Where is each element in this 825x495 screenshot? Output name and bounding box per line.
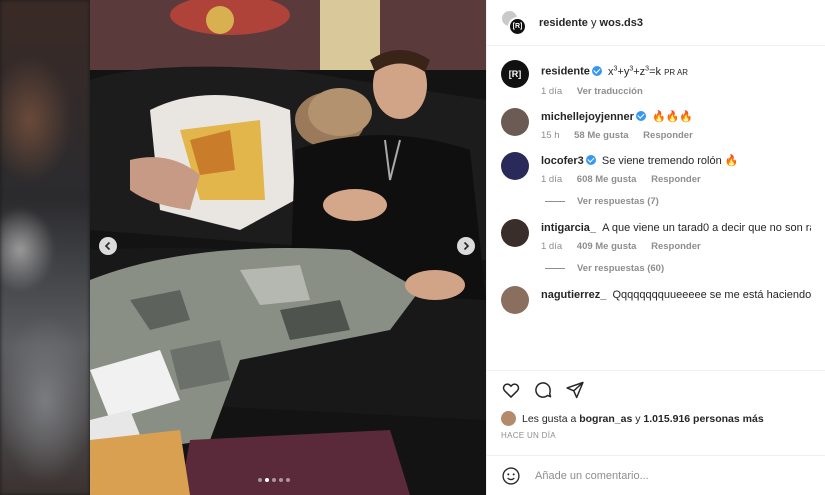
comment-meta: 15 h 58 Me gusta Responder [541,130,811,141]
carousel-dot-active [265,478,269,482]
reply-button[interactable]: Responder [651,241,701,252]
comment-time[interactable]: 1 día [541,241,562,252]
comment-time[interactable]: 15 h [541,130,560,141]
chevron-right-icon [463,241,470,251]
comments-list: [R] residente x3+y3+z3=k PR AR 1 día Ver… [487,46,825,361]
header-avatars[interactable]: [R] [501,9,527,36]
post-actions: Les gusta a bogran_as y 1.015.916 person… [487,370,825,455]
chevron-left-icon [104,241,111,251]
add-comment-bar [487,455,825,495]
carousel-dot [272,478,276,482]
carousel-dot [286,478,290,482]
author-link-residente[interactable]: residente [539,17,588,29]
authors-joiner: y [587,16,600,29]
comment-icon[interactable] [533,380,553,400]
liker-avatar [501,411,516,426]
post-photo [90,0,486,495]
caption-meta: 1 día Ver traducción [541,86,811,97]
caption-text: x3+y3+z3=k PR AR [607,65,689,78]
heart-icon[interactable] [501,380,521,400]
comment-username[interactable]: locofer3 [541,155,584,167]
comment-meta: 1 día 608 Me gusta Responder [541,174,811,185]
avatar[interactable] [501,151,529,180]
verified-icon [585,154,596,165]
avatar-residente: [R] [508,16,527,36]
reply-button[interactable]: Responder [643,130,693,141]
replies-divider [545,200,565,202]
comment-input[interactable] [535,469,795,482]
avatar[interactable] [501,107,529,136]
replies-divider [545,267,565,269]
verified-icon [635,110,646,121]
reply-button[interactable]: Responder [651,174,701,185]
comment: locofer3 Se viene tremendo rolón 🔥 1 día… [501,151,811,185]
share-icon[interactable] [565,380,585,400]
likes-text: Les gusta a bogran_as y 1.015.916 person… [522,412,764,425]
comment-meta: 1 día 409 Me gusta Responder [541,241,811,252]
photo-illustration [90,0,486,495]
comment-username[interactable]: michellejoyjenner [541,111,634,123]
caption-username[interactable]: residente [541,66,590,78]
comment: nagutierrez_ Qqqqqqqquueeeee se me está … [501,285,811,314]
comment-username[interactable]: intigarcia_ [541,222,596,234]
carousel-dot [279,478,283,482]
likes-summary[interactable]: Les gusta a bogran_as y 1.015.916 person… [501,411,812,426]
comment-text: 🔥🔥🔥 [652,110,694,123]
comment: intigarcia_ A que viene un tarad0 a deci… [501,218,811,252]
action-icons [501,377,812,403]
smiley-icon[interactable] [501,466,521,486]
comment-text: Se viene tremendo rolón 🔥 [601,154,739,167]
author-link-wos[interactable]: wos.ds3 [600,17,643,29]
caption: [R] residente x3+y3+z3=k PR AR 1 día Ver… [501,60,811,97]
view-replies-label: Ver respuestas (60) [577,262,665,274]
view-replies-label: Ver respuestas (7) [577,195,659,207]
view-replies-button[interactable]: Ver respuestas (60) [545,263,811,274]
comment-text: Qqqqqqqquueeeee se me está haciendo m [612,288,811,301]
previous-photo-button[interactable] [99,237,117,255]
comment-likes[interactable]: 409 Me gusta [577,241,637,252]
comment-username[interactable]: nagutierrez_ [541,289,606,301]
carousel-dots [258,478,290,482]
carousel-dot [258,478,262,482]
post-header: [R] residente y wos.ds3 [487,0,825,46]
verified-icon [591,65,602,76]
post-time: HACE UN DÍA [501,431,556,440]
see-translation-button[interactable]: Ver traducción [577,86,643,97]
comment: michellejoyjenner 🔥🔥🔥 15 h 58 Me gusta R… [501,107,811,141]
caption-time[interactable]: 1 día [541,86,562,97]
view-replies-button[interactable]: Ver respuestas (7) [545,196,811,207]
post-details-panel: [R] residente y wos.ds3 [R] residente x3… [486,0,825,495]
avatar[interactable] [501,285,529,314]
blurred-background [0,0,90,495]
avatar[interactable]: [R] [501,60,529,88]
comment-text: A que viene un tarad0 a decir que no son… [602,221,811,234]
post-authors: residente y wos.ds3 [539,17,643,29]
next-photo-button[interactable] [457,237,475,255]
comment-time[interactable]: 1 día [541,174,562,185]
comment-likes[interactable]: 58 Me gusta [574,130,628,141]
comment-likes[interactable]: 608 Me gusta [577,174,637,185]
avatar[interactable] [501,218,529,247]
